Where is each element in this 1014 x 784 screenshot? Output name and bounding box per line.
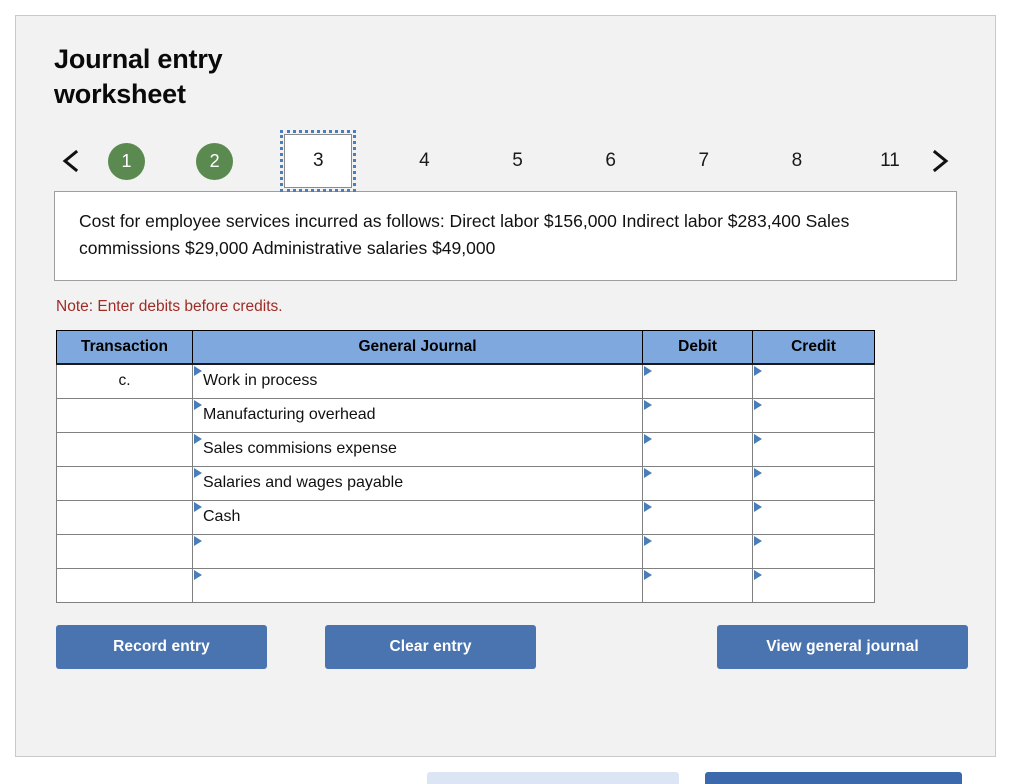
credit-cell[interactable] (752, 362, 875, 399)
account-cell[interactable] (192, 567, 643, 603)
transaction-cell[interactable]: c. (56, 362, 193, 399)
account-cell[interactable]: Work in process (192, 362, 643, 399)
previous-step-button[interactable] (54, 144, 88, 178)
step-item-8[interactable]: 8 (776, 140, 818, 182)
worksheet-panel: Journal entry worksheet 1 2 3 4 5 6 7 8 … (15, 15, 996, 757)
table-row: Cash (56, 499, 875, 535)
table-row: Salaries and wages payable (56, 465, 875, 501)
step-item-11[interactable]: 11 (869, 140, 911, 182)
table-row: c. Work in process (56, 362, 875, 399)
column-header-general-journal: General Journal (192, 329, 643, 365)
column-header-transaction: Transaction (56, 329, 193, 365)
transaction-value: c. (118, 372, 131, 390)
dropdown-triangle-icon (644, 467, 652, 478)
debits-before-credits-note: Note: Enter debits before credits. (56, 297, 283, 315)
credit-cell[interactable] (752, 431, 875, 467)
dropdown-triangle-icon (644, 365, 652, 376)
debit-cell[interactable] (642, 499, 753, 535)
column-header-credit: Credit (752, 329, 875, 365)
column-header-debit: Debit (642, 329, 753, 365)
bottom-primary-button-partial[interactable] (705, 772, 962, 784)
debit-cell[interactable] (642, 465, 753, 501)
dropdown-triangle-icon (644, 569, 652, 580)
dropdown-triangle-icon (194, 535, 202, 546)
transaction-cell[interactable] (56, 465, 193, 501)
dropdown-triangle-icon (194, 501, 202, 512)
debit-cell[interactable] (642, 567, 753, 603)
dropdown-triangle-icon (754, 467, 762, 478)
record-entry-button[interactable]: Record entry (56, 624, 267, 669)
dropdown-triangle-icon (754, 501, 762, 512)
journal-table-body: c. Work in process Manufacturing overhea… (56, 362, 875, 603)
account-value: Manufacturing overhead (203, 406, 376, 424)
account-value: Work in process (203, 372, 318, 390)
transaction-cell[interactable] (56, 533, 193, 569)
bottom-secondary-button-partial[interactable] (427, 772, 679, 784)
account-value: Salaries and wages payable (203, 474, 404, 492)
transaction-cell[interactable] (56, 567, 193, 603)
next-step-button[interactable] (923, 144, 957, 178)
table-row (56, 533, 875, 569)
question-text-box: Cost for employee services incurred as f… (54, 191, 957, 281)
dropdown-triangle-icon (754, 399, 762, 410)
table-row (56, 567, 875, 603)
dropdown-triangle-icon (644, 501, 652, 512)
credit-cell[interactable] (752, 397, 875, 433)
view-general-journal-button[interactable]: View general journal (717, 624, 968, 669)
account-value: Cash (203, 508, 241, 526)
bottom-partial-button-strip (0, 772, 1014, 784)
credit-cell[interactable] (752, 567, 875, 603)
account-cell[interactable]: Manufacturing overhead (192, 397, 643, 433)
dropdown-triangle-icon (754, 433, 762, 444)
transaction-cell[interactable] (56, 397, 193, 433)
table-row: Sales commisions expense (56, 431, 875, 467)
table-row: Manufacturing overhead (56, 397, 875, 433)
dropdown-triangle-icon (754, 365, 762, 376)
table-header-row: Transaction General Journal Debit Credit (56, 329, 875, 365)
dropdown-triangle-icon (194, 399, 202, 410)
debit-cell[interactable] (642, 533, 753, 569)
page-title: Journal entry worksheet (54, 44, 223, 110)
step-item-4[interactable]: 4 (403, 140, 445, 182)
credit-cell[interactable] (752, 533, 875, 569)
dropdown-triangle-icon (194, 365, 202, 376)
debit-cell[interactable] (642, 397, 753, 433)
debit-cell[interactable] (642, 362, 753, 399)
credit-cell[interactable] (752, 499, 875, 535)
dropdown-triangle-icon (644, 399, 652, 410)
transaction-cell[interactable] (56, 499, 193, 535)
step-item-5[interactable]: 5 (497, 140, 539, 182)
clear-entry-button[interactable]: Clear entry (325, 624, 536, 669)
dropdown-triangle-icon (754, 569, 762, 580)
question-text: Cost for employee services incurred as f… (79, 211, 850, 258)
step-item-1[interactable]: 1 (108, 142, 145, 180)
step-navigation: 1 2 3 4 5 6 7 8 11 (54, 130, 957, 193)
dropdown-triangle-icon (644, 535, 652, 546)
account-value: Sales commisions expense (203, 440, 397, 458)
account-cell[interactable] (192, 533, 643, 569)
step-list: 1 2 3 4 5 6 7 8 11 (88, 130, 923, 193)
debit-cell[interactable] (642, 431, 753, 467)
credit-cell[interactable] (752, 465, 875, 501)
journal-entry-table: Transaction General Journal Debit Credit… (56, 329, 875, 603)
account-cell[interactable]: Sales commisions expense (192, 431, 643, 467)
step-item-6[interactable]: 6 (590, 140, 632, 182)
dropdown-triangle-icon (194, 467, 202, 478)
dropdown-triangle-icon (194, 433, 202, 444)
dropdown-triangle-icon (754, 535, 762, 546)
account-cell[interactable]: Cash (192, 499, 643, 535)
transaction-cell[interactable] (56, 431, 193, 467)
step-item-2[interactable]: 2 (196, 142, 234, 180)
step-item-3[interactable]: 3 (280, 130, 357, 193)
action-button-row: Record entry Clear entry View general jo… (56, 624, 968, 669)
account-cell[interactable]: Salaries and wages payable (192, 465, 643, 501)
step-item-7[interactable]: 7 (683, 140, 725, 182)
dropdown-triangle-icon (194, 569, 202, 580)
dropdown-triangle-icon (644, 433, 652, 444)
